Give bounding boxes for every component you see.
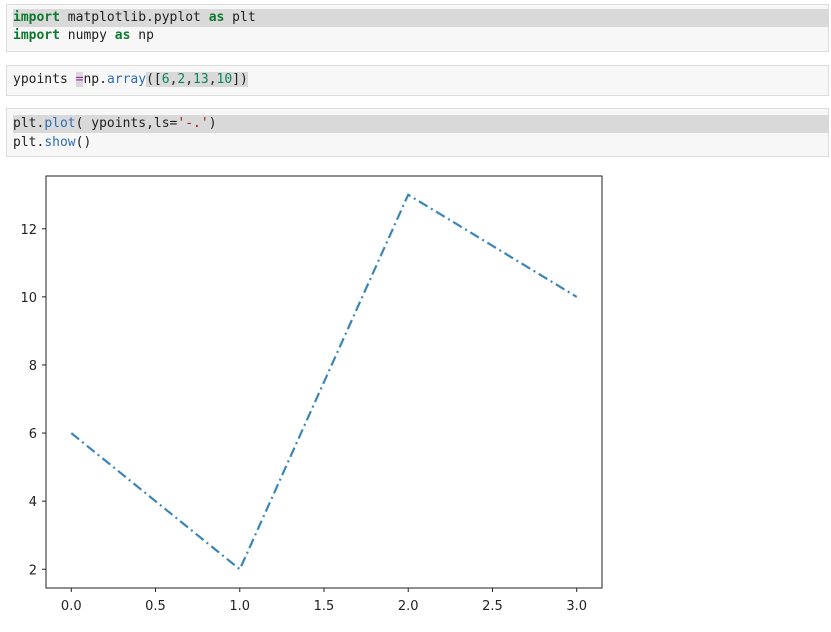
- y-tick-label: 10: [20, 291, 37, 306]
- y-tick-label: 8: [29, 359, 37, 374]
- x-tick-label: 0.5: [145, 599, 166, 614]
- y-tick-label: 2: [29, 563, 37, 578]
- x-tick-label: 2.5: [482, 599, 503, 614]
- x-tick-label: 3.0: [566, 599, 587, 614]
- series-line: [70, 193, 578, 571]
- x-tick-label: 0.0: [61, 599, 82, 614]
- x-tick-label: 1.0: [229, 599, 250, 614]
- y-tick-label: 12: [20, 223, 37, 238]
- plot-output: 0.0 0.5 1.0 1.5 2.0 2.5 3.0 2 4 6 8 10 12: [20, 175, 603, 614]
- y-tick-label: 4: [29, 495, 37, 510]
- y-tick-label: 6: [29, 427, 37, 442]
- x-tick-label: 1.5: [314, 599, 335, 614]
- x-tick-label: 2.0: [398, 599, 419, 614]
